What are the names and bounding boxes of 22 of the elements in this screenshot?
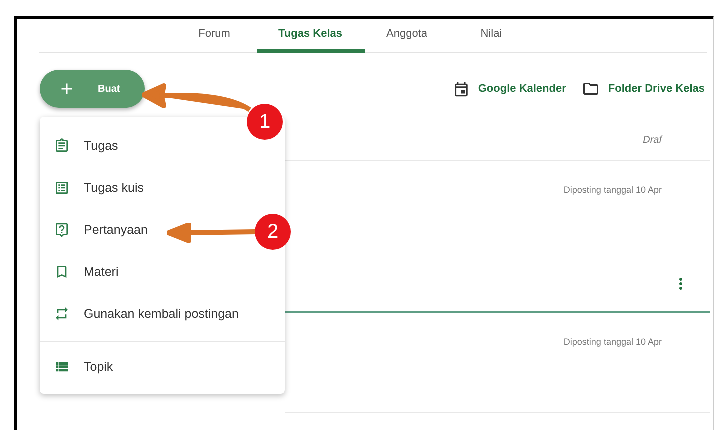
tab[interactable]: Forum xyxy=(172,19,256,53)
menu-item[interactable]: Tugas kuis xyxy=(40,167,148,209)
list-icon xyxy=(54,180,70,196)
menu-item[interactable]: Tugas xyxy=(40,125,122,167)
tab[interactable]: Nilai xyxy=(449,19,534,53)
post-status: Diposting tanggal 10 Apr xyxy=(564,337,662,347)
calendar-icon xyxy=(453,80,470,98)
menu-item[interactable]: Materi xyxy=(40,251,123,293)
post-row[interactable]: Draf xyxy=(285,107,710,161)
clipboard-icon xyxy=(54,138,70,154)
link[interactable]: Folder Drive Kelas xyxy=(582,80,705,98)
question-icon xyxy=(54,222,70,238)
tab[interactable]: Anggota xyxy=(364,19,450,53)
menu-item[interactable]: Pertanyaan xyxy=(40,209,152,251)
link[interactable]: Google Kalender xyxy=(453,80,566,98)
menu-item[interactable]: Topik xyxy=(40,346,118,388)
post-status: Draf xyxy=(643,135,662,146)
menu-item[interactable]: Gunakan kembali postingan xyxy=(40,293,243,335)
tab[interactable]: Tugas Kelas xyxy=(256,19,364,53)
folder-icon xyxy=(582,80,600,98)
post-status: Diposting tanggal 10 Apr xyxy=(564,185,662,195)
repeat-icon xyxy=(54,306,70,322)
